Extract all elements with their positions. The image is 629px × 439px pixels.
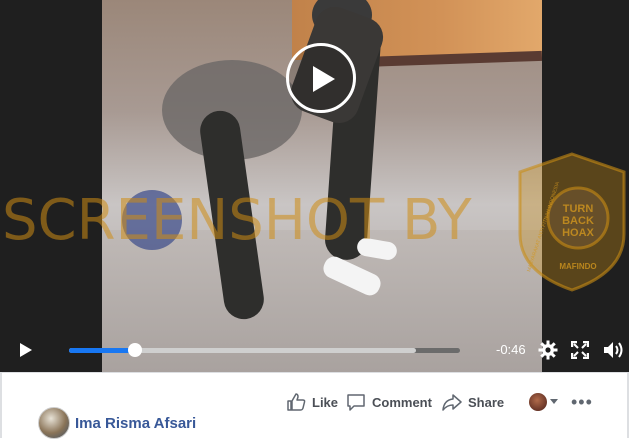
poster-name[interactable]: Ima Risma Afsari (75, 415, 196, 432)
seal-bottom-text: MAFINDO (559, 262, 596, 271)
seal-line-1: TURN (563, 203, 594, 215)
seal-line-3: HOAX (562, 227, 594, 239)
divider (0, 372, 629, 373)
share-label: Share (468, 394, 505, 410)
comment-icon (347, 394, 365, 411)
chevron-down-icon[interactable] (550, 399, 558, 404)
video-player[interactable]: SCREENSHOT BY TURN BACK HOAX MAFINDO MAS… (0, 0, 629, 372)
seal-line-2: BACK (562, 215, 594, 227)
avatar[interactable] (38, 407, 70, 439)
gear-icon[interactable] (538, 340, 558, 360)
like-label: Like (312, 394, 339, 410)
share-icon (442, 394, 462, 411)
thumbs-up-icon (287, 393, 306, 411)
like-button[interactable]: Like (286, 385, 338, 419)
more-options-button[interactable]: ••• (571, 392, 593, 413)
poster[interactable]: Ima Risma Afsari (38, 407, 196, 439)
letterbox-left (0, 0, 102, 372)
progress-played (69, 348, 136, 353)
play-icon[interactable] (19, 342, 33, 358)
share-button[interactable]: Share (442, 385, 504, 419)
fullscreen-icon[interactable] (571, 341, 589, 359)
time-remaining: -0:46 (496, 342, 526, 357)
screenshot-watermark: SCREENSHOT BY (2, 188, 472, 253)
reaction-avatar[interactable] (529, 393, 547, 411)
big-play-button[interactable] (286, 43, 356, 113)
play-icon (313, 66, 335, 92)
volume-icon[interactable] (603, 340, 625, 360)
turnbackhoax-seal: TURN BACK HOAX MAFINDO MASYARAKAT ANTI F… (518, 152, 626, 292)
comment-label: Comment (372, 394, 432, 410)
comment-button[interactable]: Comment (346, 385, 432, 419)
